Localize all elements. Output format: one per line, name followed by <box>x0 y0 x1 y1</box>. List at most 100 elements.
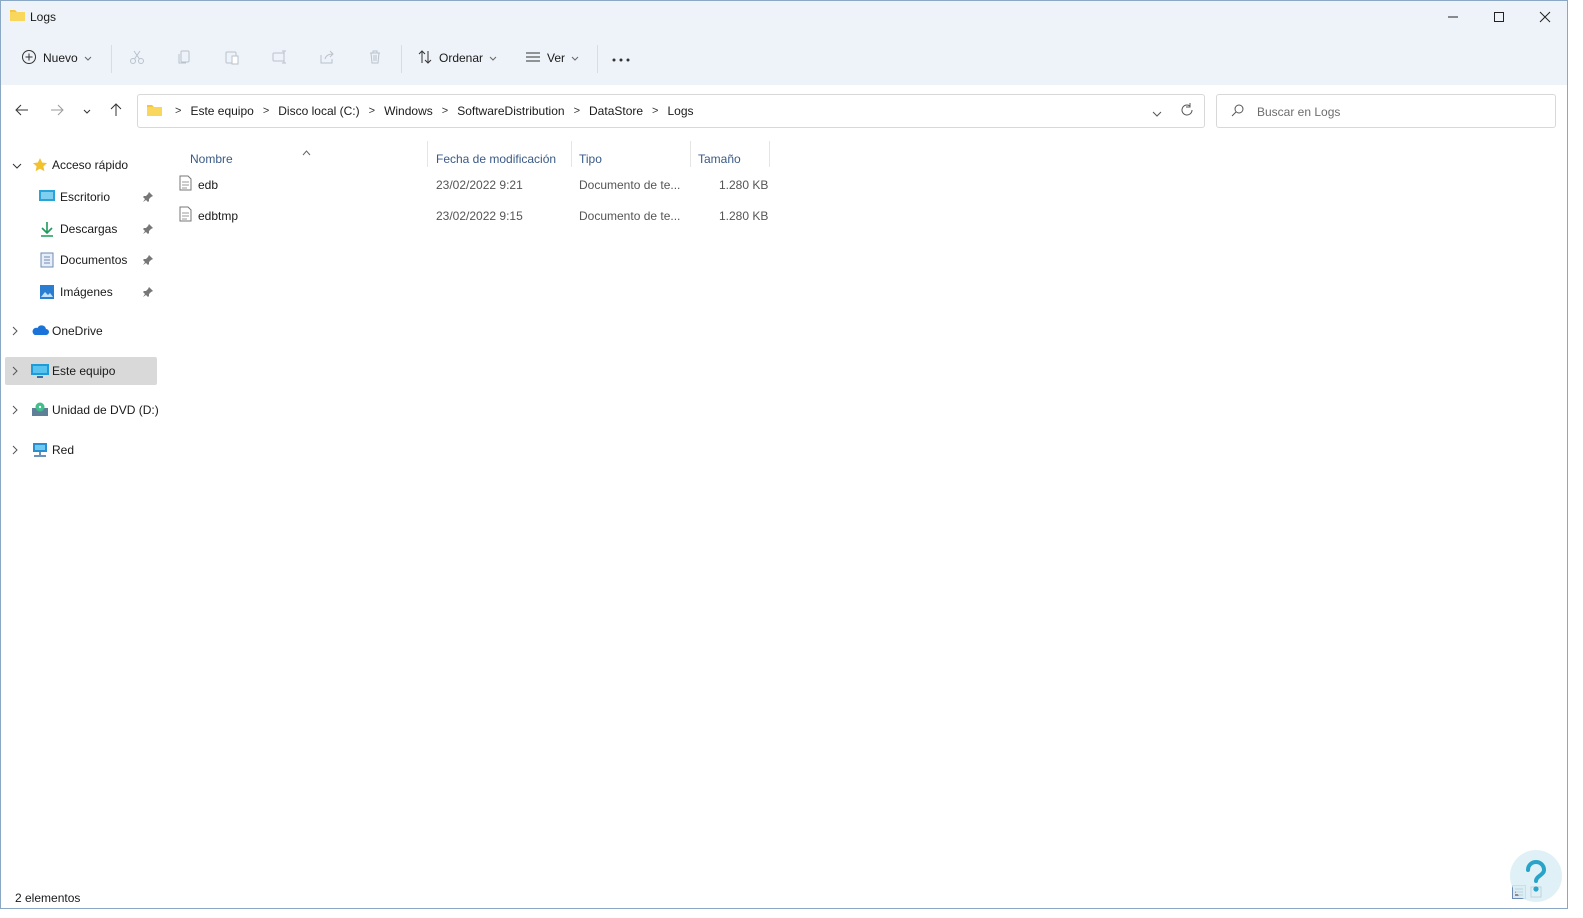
view-label: Ver <box>547 51 566 65</box>
column-divider[interactable] <box>427 141 428 167</box>
breadcrumb-separator[interactable]: > <box>363 105 381 117</box>
file-name: edbtmp <box>198 209 239 223</box>
desktop-icon <box>39 189 55 206</box>
search-icon <box>1231 104 1244 120</box>
paste-button[interactable] <box>224 41 240 75</box>
arrow-left-icon <box>15 104 29 119</box>
cut-button[interactable] <box>129 41 145 75</box>
breadcrumb-item[interactable]: DataStore <box>586 104 646 118</box>
sidebar-item-label: Escritorio <box>60 190 111 204</box>
file-row[interactable]: edbtmp 23/02/2022 9:15 Documento de te..… <box>173 200 773 230</box>
view-icon <box>525 49 541 68</box>
navigation-pane: Acceso rápido Escritorio Descargas Docum… <box>1 137 161 877</box>
file-modified: 23/02/2022 9:21 <box>436 178 523 192</box>
folder-icon <box>146 103 163 120</box>
column-header-modified[interactable]: Fecha de modificación <box>429 145 569 169</box>
column-divider[interactable] <box>769 141 770 167</box>
column-header-type[interactable]: Tipo <box>573 145 689 169</box>
column-divider[interactable] <box>690 141 691 167</box>
sidebar-item-downloads[interactable]: Descargas <box>5 215 157 243</box>
breadcrumb-item[interactable]: SoftwareDistribution <box>454 104 567 118</box>
sidebar-item-pictures[interactable]: Imágenes <box>5 278 157 306</box>
sidebar-item-this-pc[interactable]: Este equipo <box>5 357 157 385</box>
watermark-logo <box>1508 848 1564 907</box>
rename-button[interactable] <box>272 41 288 75</box>
recent-locations-button[interactable] <box>75 99 99 123</box>
column-divider[interactable] <box>571 141 572 167</box>
sidebar-item-quick-access[interactable]: Acceso rápido <box>5 151 157 179</box>
sidebar-item-label: Red <box>52 443 75 457</box>
forward-button[interactable] <box>45 99 69 123</box>
up-button[interactable] <box>104 99 128 123</box>
delete-button[interactable] <box>367 41 383 75</box>
download-icon <box>40 221 54 240</box>
window-title: Logs <box>30 10 57 24</box>
new-button[interactable]: Nuevo <box>21 41 92 75</box>
sidebar-item-dvd-drive[interactable]: Unidad de DVD (D:) <box>5 396 159 424</box>
breadcrumb-item[interactable]: Logs <box>664 104 696 118</box>
sort-ascending-icon <box>302 145 311 159</box>
breadcrumb-item[interactable]: Windows <box>381 104 436 118</box>
breadcrumb-separator[interactable]: > <box>646 105 664 117</box>
more-options-button[interactable] <box>612 41 630 75</box>
file-modified: 23/02/2022 9:15 <box>436 209 523 223</box>
arrow-right-icon <box>50 104 64 119</box>
maximize-button[interactable] <box>1476 1 1522 33</box>
chevron-down-icon <box>84 51 92 65</box>
chevron-right-icon[interactable] <box>12 404 19 418</box>
more-icon <box>612 51 630 65</box>
column-header-label: Tipo <box>579 152 602 166</box>
file-type: Documento de te... <box>579 178 681 192</box>
sidebar-item-label: OneDrive <box>52 324 103 338</box>
view-button[interactable]: Ver <box>525 41 579 75</box>
breadcrumb-separator[interactable]: > <box>436 105 454 117</box>
share-button[interactable] <box>319 41 335 75</box>
chevron-right-icon[interactable] <box>12 325 19 339</box>
pin-icon <box>143 254 153 268</box>
search-placeholder: Buscar en Logs <box>1257 105 1341 119</box>
breadcrumb-item[interactable]: Este equipo <box>187 104 256 118</box>
rename-icon <box>272 49 288 68</box>
breadcrumb-separator[interactable]: > <box>257 105 275 117</box>
column-header-size[interactable]: Tamaño <box>692 145 768 169</box>
sidebar-item-label: Acceso rápido <box>52 158 129 172</box>
sidebar-item-label: Documentos <box>60 253 128 267</box>
chevron-down-icon[interactable] <box>12 159 22 173</box>
sort-button[interactable]: Ordenar <box>417 41 497 75</box>
sidebar-item-label: Unidad de DVD (D:) <box>52 403 159 417</box>
chevron-down-icon <box>489 51 497 65</box>
file-size: 1.280 KB <box>719 209 769 223</box>
sidebar-item-documents[interactable]: Documentos <box>5 246 157 274</box>
sidebar-item-label: Descargas <box>60 222 118 236</box>
search-input[interactable]: Buscar en Logs <box>1216 94 1556 128</box>
copy-button[interactable] <box>177 41 193 75</box>
cloud-icon <box>31 323 49 340</box>
file-name: edb <box>198 178 219 192</box>
minimize-button[interactable] <box>1430 1 1476 33</box>
chevron-right-icon[interactable] <box>12 444 19 458</box>
column-header-name[interactable]: Nombre <box>169 145 425 169</box>
file-size: 1.280 KB <box>719 178 769 192</box>
close-button[interactable] <box>1522 1 1567 33</box>
new-label: Nuevo <box>43 51 78 65</box>
column-header-label: Tamaño <box>698 152 741 166</box>
breadcrumb: > Este equipo > Disco local (C:) > Windo… <box>146 95 697 127</box>
refresh-icon[interactable] <box>1180 103 1194 120</box>
breadcrumb-item[interactable]: Disco local (C:) <box>275 104 362 118</box>
address-bar[interactable]: > Este equipo > Disco local (C:) > Windo… <box>137 94 1205 128</box>
network-icon <box>31 442 49 461</box>
sidebar-item-onedrive[interactable]: OneDrive <box>5 317 157 345</box>
chevron-right-icon[interactable] <box>12 365 19 379</box>
status-item-count: 2 elementos <box>15 891 81 905</box>
sidebar-item-desktop[interactable]: Escritorio <box>5 183 157 211</box>
file-row[interactable]: edb 23/02/2022 9:21 Documento de te... 1… <box>173 169 773 199</box>
column-header-label: Fecha de modificación <box>436 152 557 166</box>
address-dropdown-button[interactable] <box>1152 107 1162 121</box>
breadcrumb-separator[interactable]: > <box>568 105 586 117</box>
file-type: Documento de te... <box>579 209 681 223</box>
back-button[interactable] <box>10 99 34 123</box>
paste-icon <box>224 49 240 68</box>
text-file-icon <box>179 206 192 225</box>
sidebar-item-network[interactable]: Red <box>5 436 157 464</box>
copy-icon <box>177 49 193 68</box>
